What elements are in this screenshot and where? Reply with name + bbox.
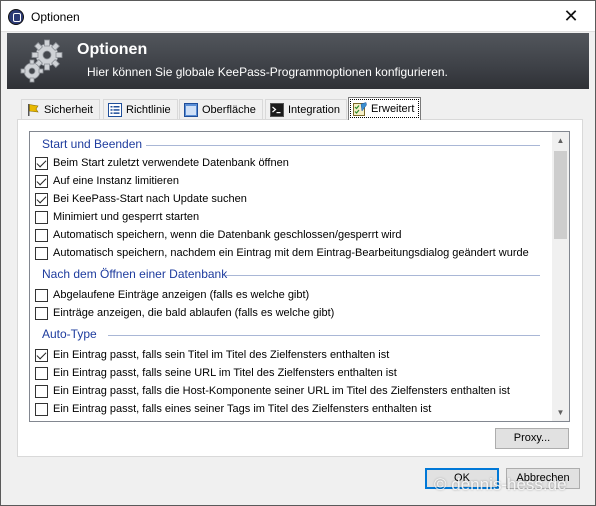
scrollbar-thumb[interactable] (554, 151, 567, 239)
list-item[interactable]: Ein Eintrag passt, falls eines seiner Ta… (35, 400, 431, 418)
group-header-auto-type: Auto-Type (42, 327, 97, 341)
vertical-scrollbar[interactable]: ▲ ▼ (552, 132, 569, 421)
list-icon (108, 103, 122, 117)
checkbox[interactable] (35, 192, 48, 206)
watermark: © dennis-hess.de (434, 475, 567, 494)
checkbox[interactable] (35, 246, 48, 260)
item-label: Auf eine Instanz limitieren (53, 175, 179, 187)
group-header-nach-oeffnen: Nach dem Öffnen einer Datenbank (42, 267, 228, 281)
tab-sicherheit[interactable]: Sicherheit (21, 99, 100, 120)
item-label: Automatisch speichern, nachdem ein Eintr… (53, 247, 529, 259)
keepass-lock-icon (8, 9, 24, 25)
gears-icon (20, 39, 63, 83)
checkbox[interactable] (35, 384, 48, 398)
list-item[interactable]: Ein Eintrag passt, falls sein Titel im T… (35, 346, 389, 364)
list-item[interactable]: Ein Eintrag passt, falls die Host-Kompon… (35, 382, 510, 400)
banner-subtitle: Hier können Sie globale KeePass-Programm… (87, 65, 448, 79)
options-dialog: Optionen ✕ Optionen Hier können Sie glob… (0, 0, 596, 506)
list-item[interactable]: Abgelaufene Einträge anzeigen (falls es … (35, 286, 309, 304)
item-label: Abgelaufene Einträge anzeigen (falls es … (53, 289, 310, 301)
list-item[interactable]: Einträge anzeigen, die bald ablaufen (fa… (35, 304, 334, 322)
list-item[interactable]: Beim Start zuletzt verwendete Datenbank … (35, 154, 289, 172)
checkbox[interactable] (35, 366, 48, 380)
group-divider (146, 145, 540, 146)
options-list-content: Start und Beenden Beim Start zuletzt ver… (30, 132, 551, 421)
tab-label: Integration (288, 104, 340, 116)
flag-icon (28, 104, 39, 116)
checkbox[interactable] (35, 402, 48, 416)
list-item[interactable]: Bei KeePass-Start nach Update suchen (35, 190, 247, 208)
checkbox[interactable] (35, 306, 48, 320)
erweitert-panel: Start und Beenden Beim Start zuletzt ver… (17, 119, 583, 457)
scroll-down-arrow-icon[interactable]: ▼ (552, 404, 569, 421)
checkbox[interactable] (35, 210, 48, 224)
checkbox[interactable] (35, 228, 48, 242)
checkbox[interactable] (35, 348, 48, 362)
item-label: Ein Eintrag passt, falls seine URL im Ti… (53, 367, 397, 379)
list-item[interactable]: Auf eine Instanz limitieren (35, 172, 179, 190)
list-item[interactable]: Automatisch speichern, nachdem ein Eintr… (35, 244, 529, 262)
tab-erweitert[interactable]: Erweitert (348, 97, 422, 120)
item-label: Ein Eintrag passt, falls eines seiner Ta… (53, 403, 432, 415)
scroll-up-arrow-icon[interactable]: ▲ (552, 132, 569, 149)
group-divider (108, 335, 540, 336)
item-label: Automatisch speichern, wenn die Datenban… (53, 229, 402, 241)
window-title: Optionen (31, 10, 80, 24)
group-divider (226, 275, 540, 276)
close-button[interactable]: ✕ (549, 1, 593, 31)
header-banner: Optionen Hier können Sie globale KeePass… (7, 33, 589, 89)
tab-integration[interactable]: Integration (265, 99, 347, 120)
checkbox[interactable] (35, 156, 48, 170)
tab-label: Richtlinie (126, 104, 171, 116)
item-label: Minimiert und gesperrt starten (53, 211, 200, 223)
tab-oberflaeche[interactable]: Oberfläche (179, 99, 263, 120)
tab-label: Oberfläche (202, 104, 256, 116)
item-label: Einträge anzeigen, die bald ablaufen (fa… (53, 307, 335, 319)
group-header-start: Start und Beenden (42, 137, 143, 151)
list-item[interactable]: Minimiert und gesperrt starten (35, 208, 199, 226)
tab-label: Sicherheit (44, 104, 93, 116)
item-label: Bei KeePass-Start nach Update suchen (53, 193, 247, 205)
checkbox[interactable] (35, 288, 48, 302)
item-label: Ein Eintrag passt, falls sein Titel im T… (53, 349, 390, 361)
banner-title: Optionen (77, 41, 148, 58)
tab-strip: Sicherheit Richtlinie Oberfläche Integra… (17, 97, 587, 120)
title-bar[interactable]: Optionen ✕ (1, 1, 595, 32)
list-item[interactable]: Automatisch speichern, wenn die Datenban… (35, 226, 402, 244)
item-label: Ein Eintrag passt, falls die Host-Kompon… (53, 385, 510, 397)
checklist-icon (353, 102, 367, 116)
window-icon (184, 103, 198, 117)
item-label: Beim Start zuletzt verwendete Datenbank … (53, 157, 289, 169)
checkbox[interactable] (35, 174, 48, 188)
terminal-icon (270, 103, 284, 117)
list-item[interactable]: Ein Eintrag passt, falls seine URL im Ti… (35, 364, 397, 382)
tab-label: Erweitert (371, 103, 415, 115)
tab-richtlinie[interactable]: Richtlinie (103, 99, 178, 120)
proxy-button[interactable]: Proxy... (495, 428, 569, 449)
options-list[interactable]: Start und Beenden Beim Start zuletzt ver… (29, 131, 570, 422)
